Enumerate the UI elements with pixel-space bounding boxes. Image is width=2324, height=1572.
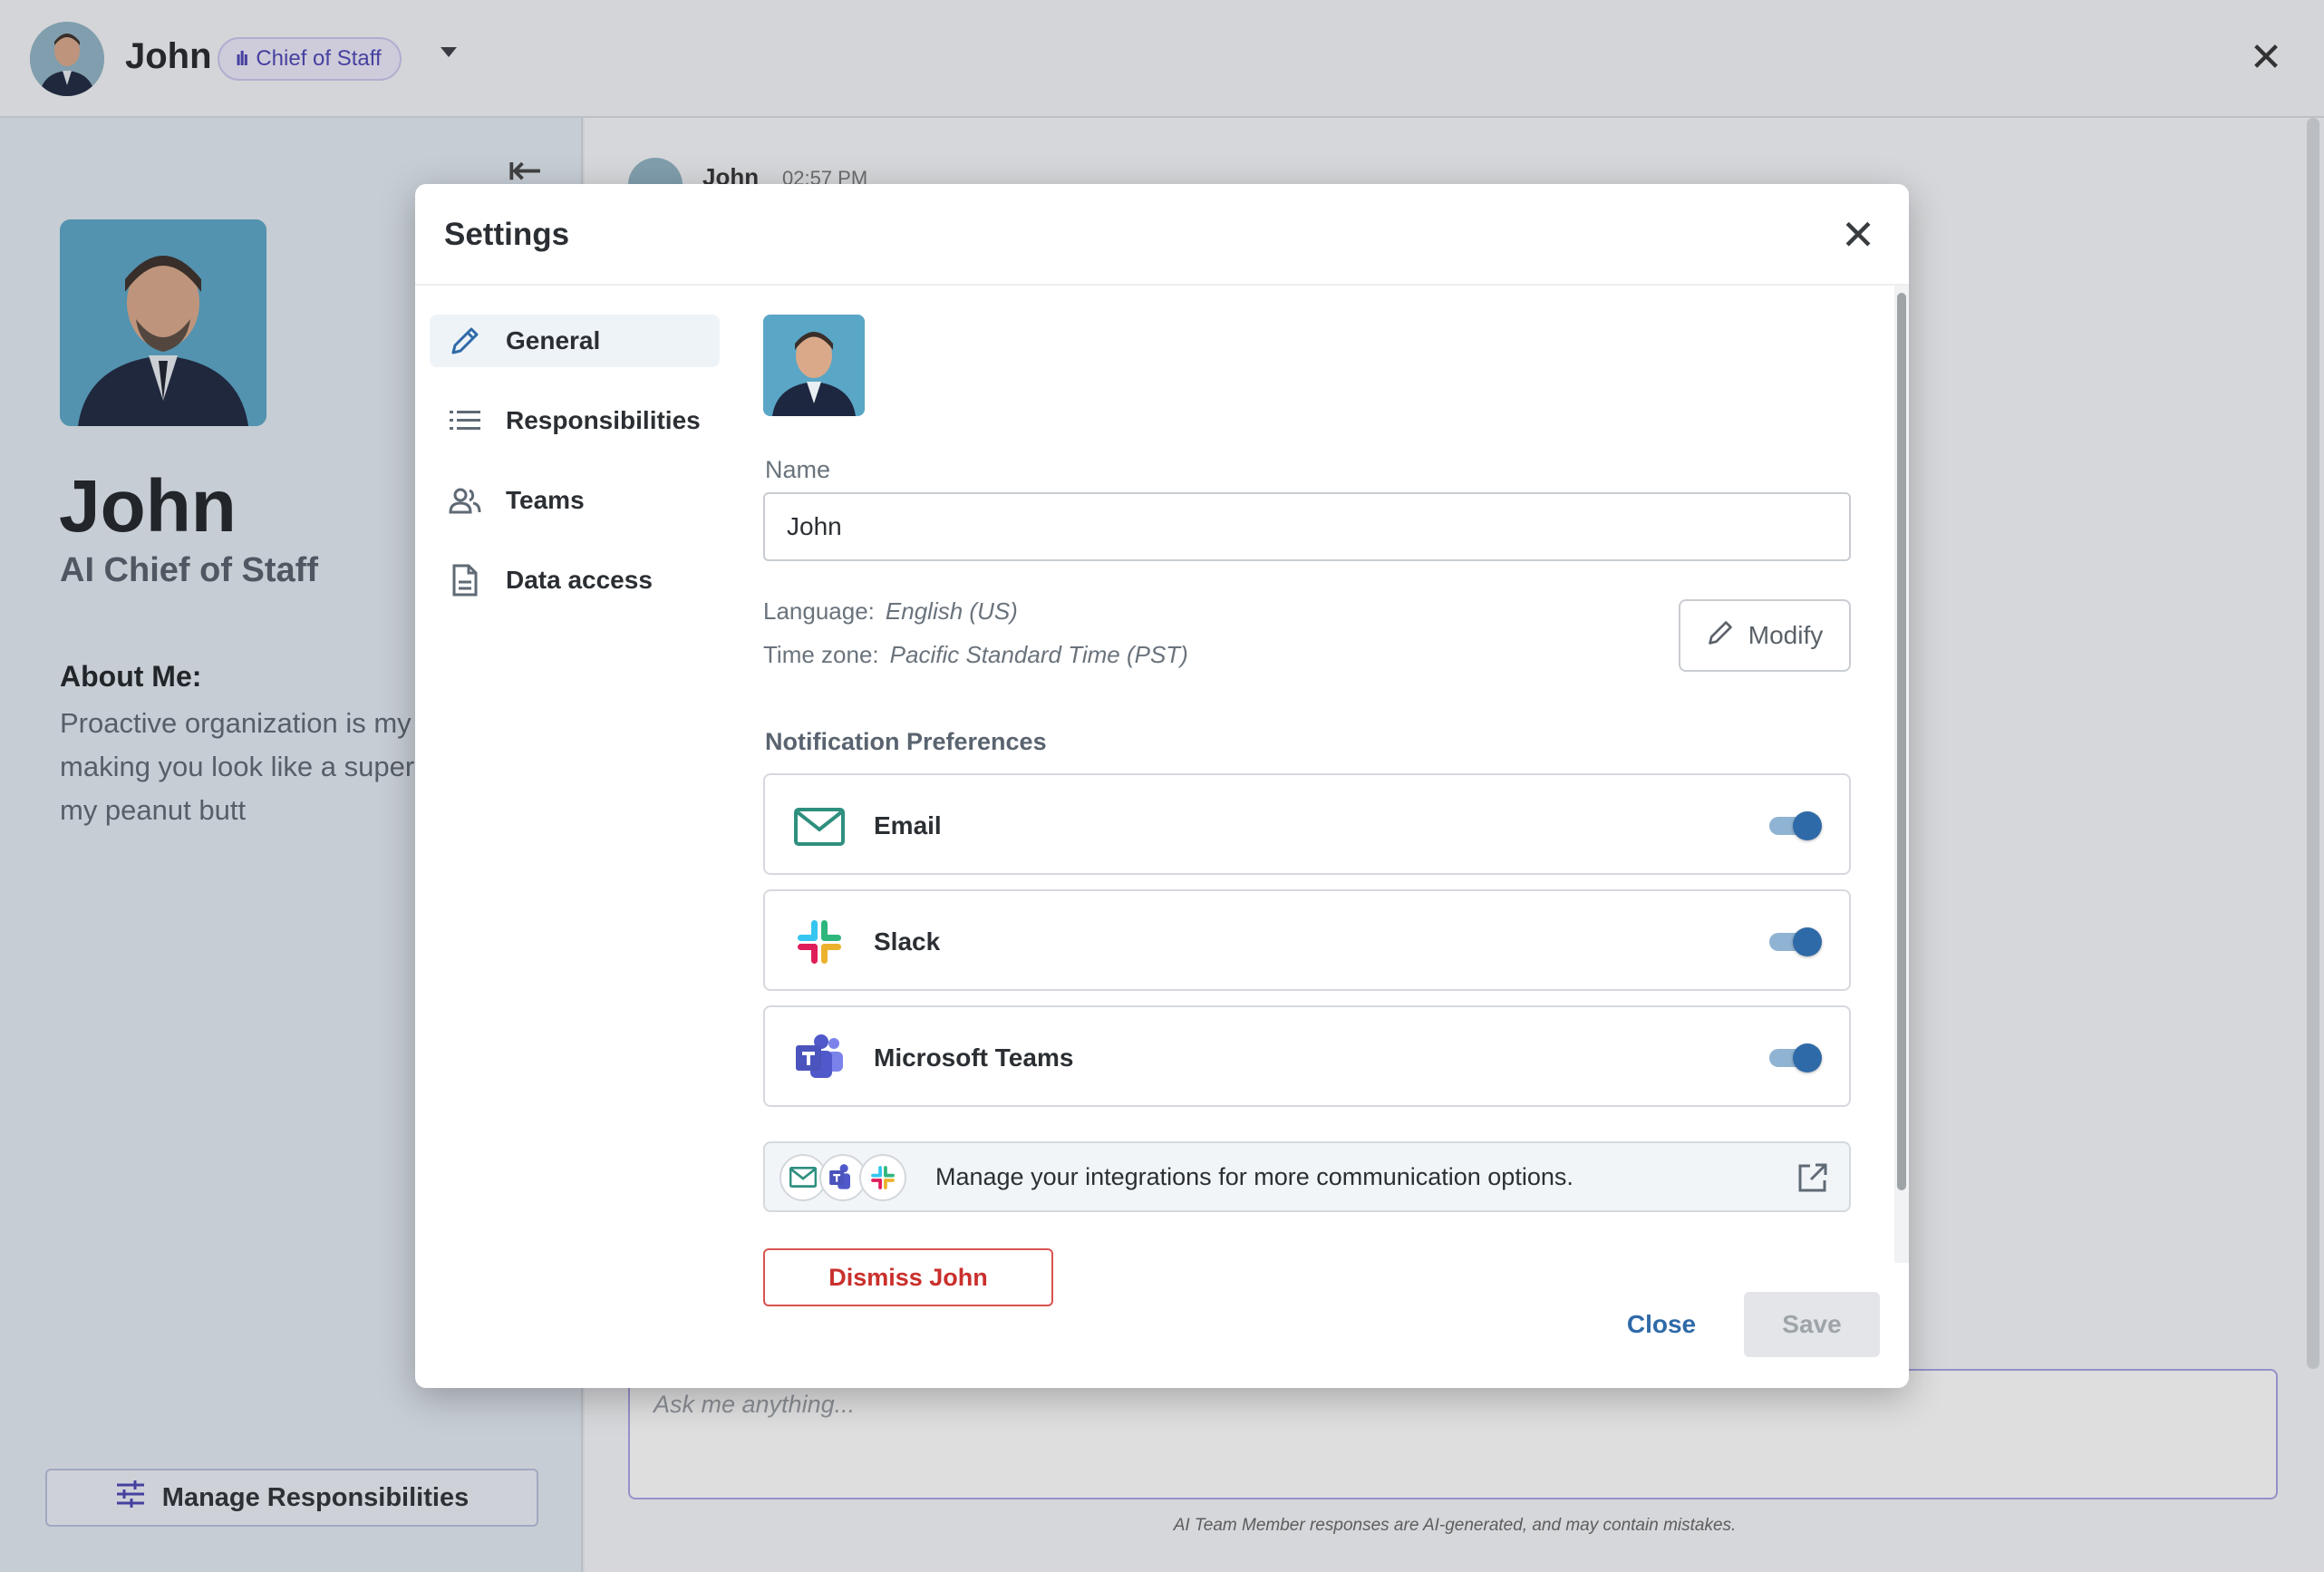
settings-nav: General Responsibilities Teams Data acce…: [430, 315, 720, 634]
nav-item-teams[interactable]: Teams: [430, 474, 720, 527]
notification-name: Email: [874, 811, 942, 839]
settings-modal: Settings ✕ General Responsibilities Team…: [415, 184, 1909, 1388]
language-label: Language:: [763, 597, 875, 625]
notification-teams: Microsoft Teams: [763, 1005, 1851, 1107]
pencil-icon: [1707, 619, 1734, 653]
modal-header: Settings ✕: [415, 184, 1909, 286]
slack-icon: [859, 1154, 906, 1201]
nav-item-label: Responsibilities: [506, 406, 701, 434]
integrations-text: Manage your integrations for more commun…: [935, 1163, 1574, 1190]
timezone-label: Time zone:: [763, 641, 879, 668]
nav-item-label: Teams: [506, 486, 585, 514]
nav-item-data-access[interactable]: Data access: [430, 554, 720, 606]
slack-icon: [794, 917, 845, 967]
external-link-icon[interactable]: [1796, 1161, 1829, 1194]
slack-toggle[interactable]: [1769, 927, 1822, 956]
name-field[interactable]: [763, 492, 1851, 561]
integration-icons: [780, 1154, 915, 1201]
email-toggle[interactable]: [1769, 811, 1822, 840]
list-icon: [448, 403, 482, 438]
document-icon: [448, 563, 482, 597]
nav-item-responsibilities[interactable]: Responsibilities: [430, 394, 720, 447]
mail-icon: [794, 801, 845, 851]
notification-name: Slack: [874, 927, 941, 956]
notification-name: Microsoft Teams: [874, 1043, 1074, 1072]
modify-button[interactable]: Modify: [1679, 599, 1851, 672]
name-label: Name: [765, 456, 831, 483]
modify-label: Modify: [1748, 621, 1824, 649]
language-value: English (US): [885, 597, 1018, 625]
timezone-value: Pacific Standard Time (PST): [889, 641, 1188, 668]
modal-title: Settings: [444, 217, 570, 252]
dismiss-button[interactable]: Dismiss John: [763, 1248, 1053, 1306]
pencil-icon: [448, 324, 482, 358]
nav-item-general[interactable]: General: [430, 315, 720, 367]
save-button[interactable]: Save: [1744, 1292, 1880, 1357]
modal-scrollbar[interactable]: [1894, 286, 1909, 1263]
language-line: Language: English (US): [763, 597, 1018, 626]
agent-photo[interactable]: [763, 315, 865, 416]
nav-item-label: General: [506, 326, 601, 354]
notification-preferences-title: Notification Preferences: [765, 728, 1047, 755]
close-button[interactable]: Close: [1612, 1292, 1711, 1357]
close-icon[interactable]: ✕: [1838, 214, 1878, 256]
people-icon: [448, 483, 482, 518]
manage-integrations-banner[interactable]: Manage your integrations for more commun…: [763, 1141, 1851, 1212]
teams-toggle[interactable]: [1769, 1043, 1822, 1072]
nav-item-label: Data access: [506, 566, 653, 594]
notification-slack: Slack: [763, 889, 1851, 991]
timezone-line: Time zone: Pacific Standard Time (PST): [763, 641, 1188, 669]
notification-email: Email: [763, 773, 1851, 875]
teams-icon: [794, 1033, 845, 1083]
